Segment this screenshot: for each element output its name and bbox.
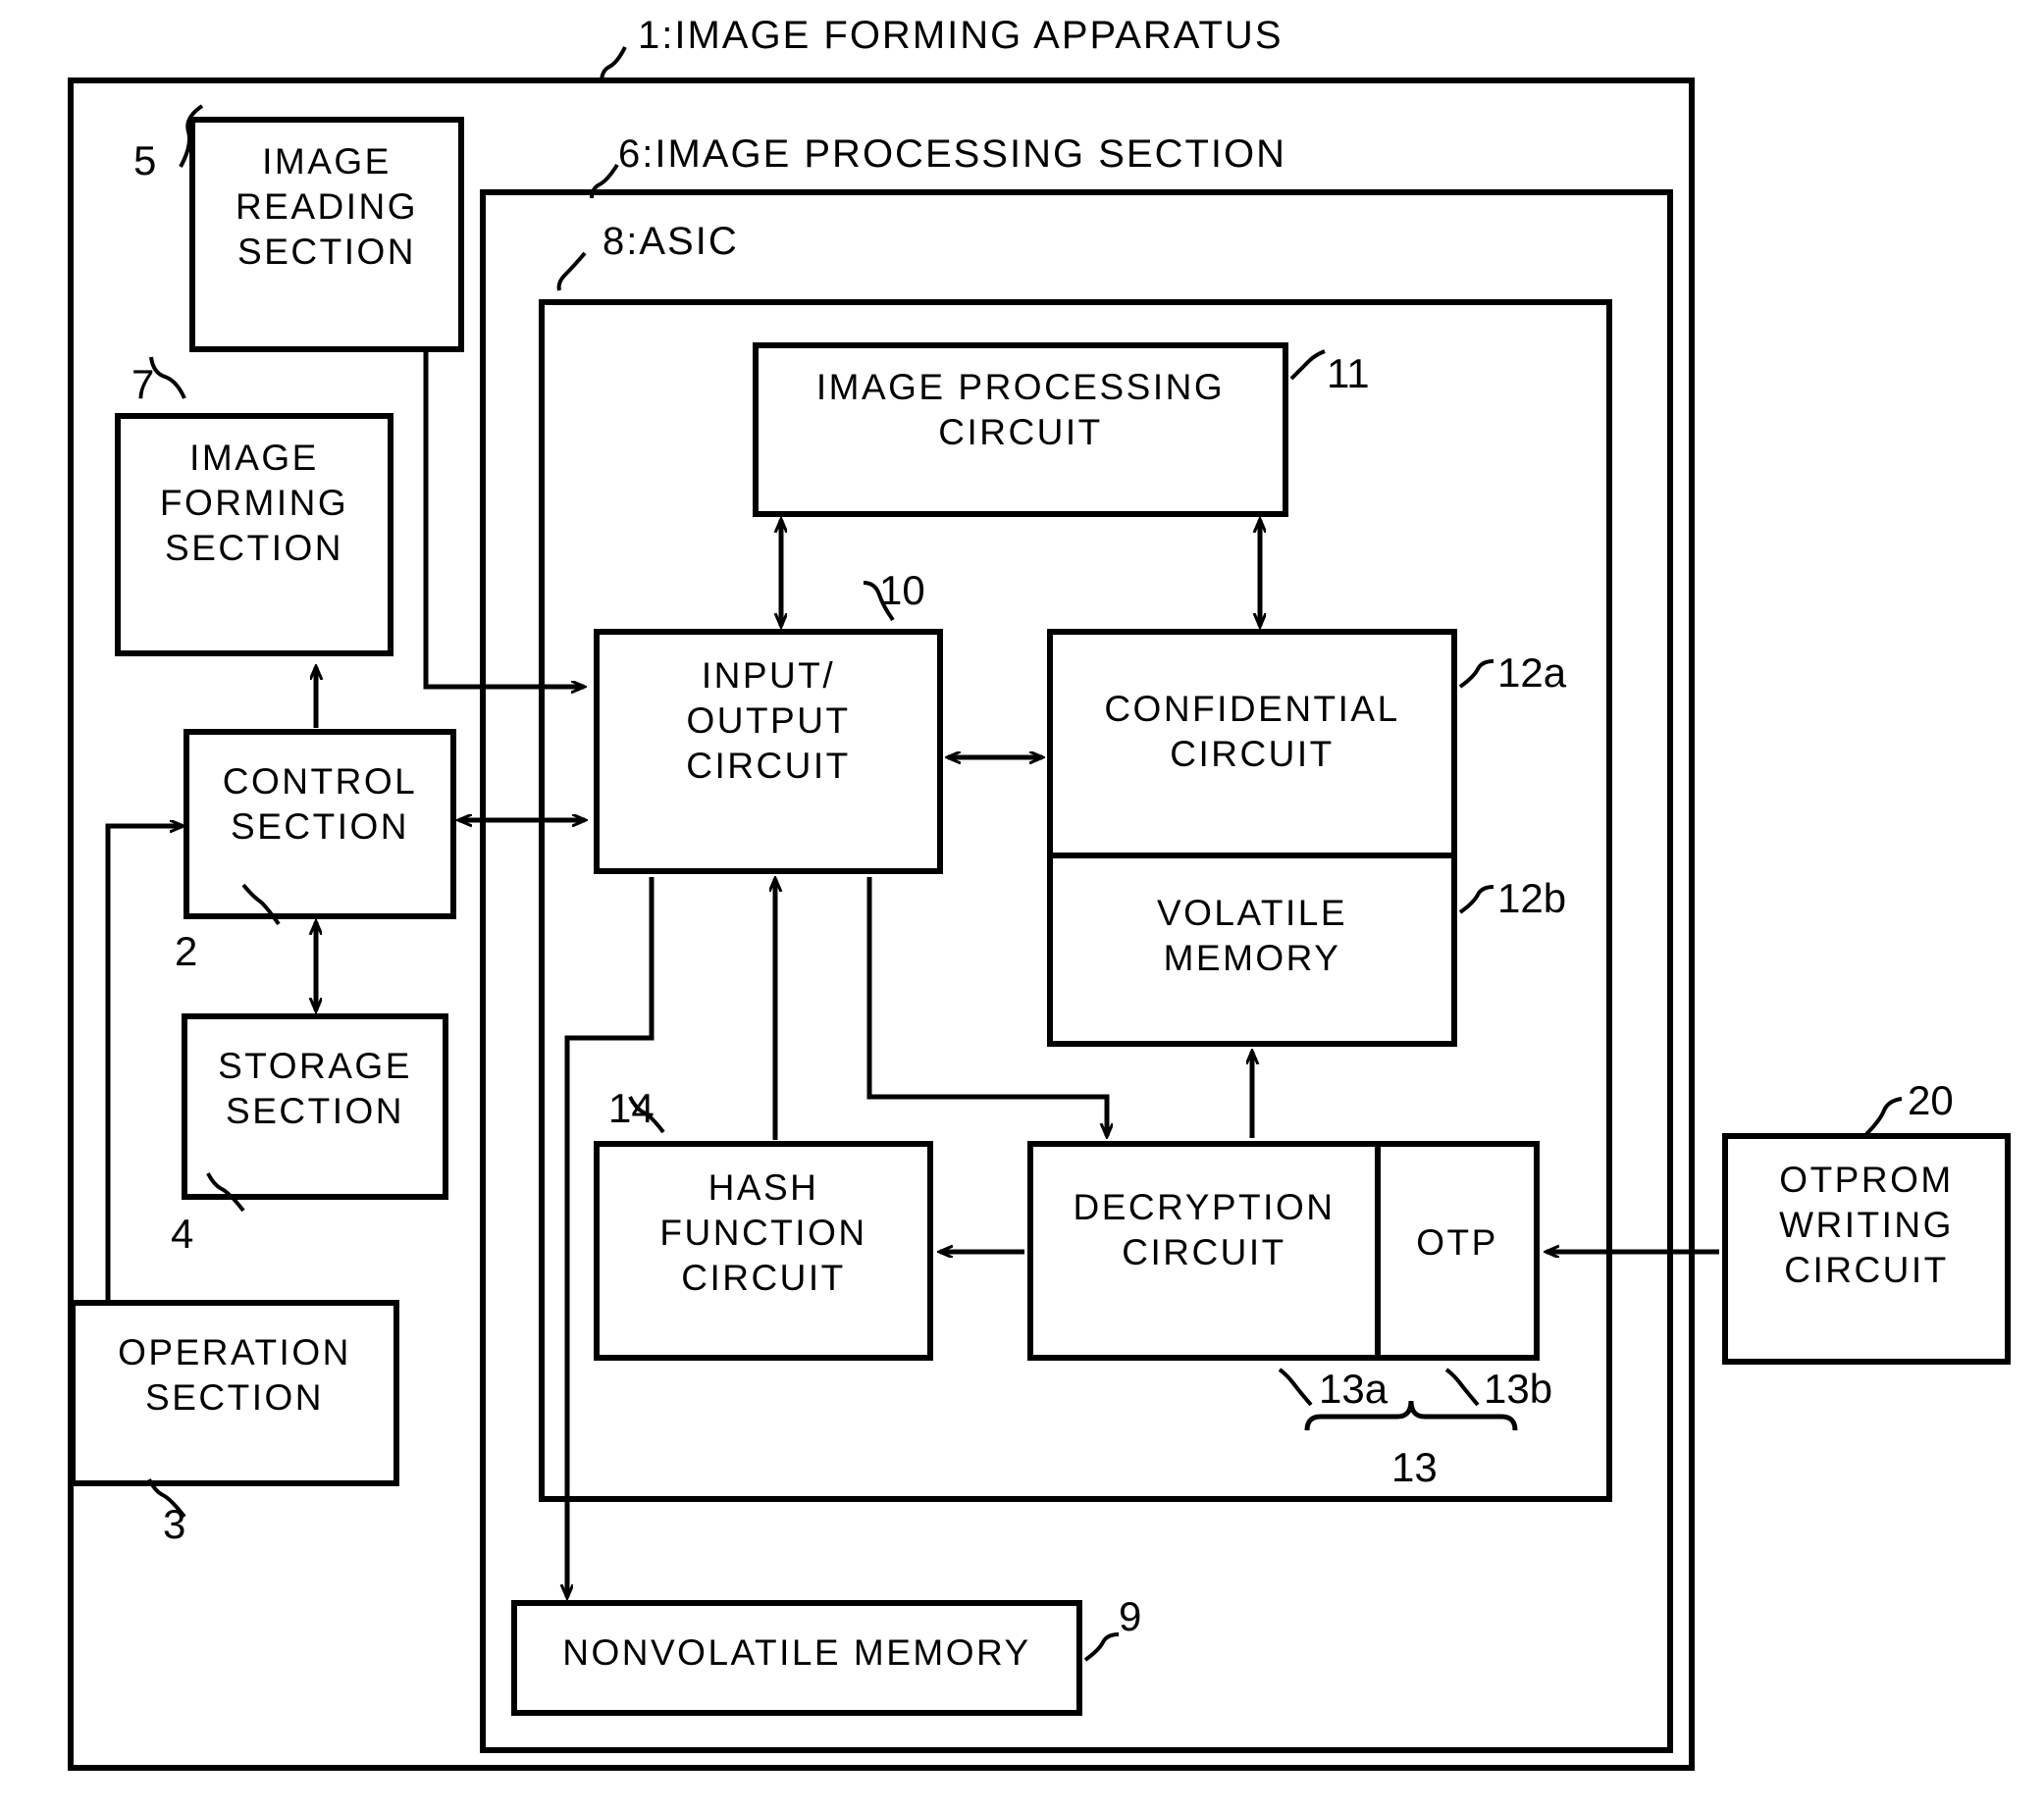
block-hash-function-circuit: HASH FUNCTION CIRCUIT [659,1167,867,1298]
ref-operation-section: 3 [163,1501,186,1547]
block-storage-section: STORAGE SECTION [218,1046,412,1131]
ref-nonvolatile-memory: 9 [1119,1593,1142,1639]
block-image-reading-section: IMAGE READING SECTION [235,141,419,272]
block-confidential-circuit: CONFIDENTIAL CIRCUIT [1104,689,1400,774]
block-operation-section: OPERATION SECTION [118,1332,351,1418]
block-input-output-circuit: INPUT/ OUTPUT CIRCUIT [686,655,851,786]
block-nonvolatile-memory: NONVOLATILE MEMORY [562,1632,1031,1673]
ref-otprom-writing-circuit: 20 [1908,1077,1954,1123]
ref-volatile-memory: 12b [1497,875,1567,921]
block-control-section: CONTROL SECTION [222,761,418,847]
ref-control-section: 2 [175,928,198,974]
block-otprom-writing-circuit: OTPROM WRITING CIRCUIT [1779,1160,1954,1290]
ref-image-reading-section: 5 [133,137,157,183]
ref-hash-function-circuit: 14 [608,1085,655,1131]
ref-decryption-circuit: 13a [1319,1366,1389,1412]
ref-confidential-circuit: 12a [1497,649,1567,696]
outer-frame-title: 1:IMAGE FORMING APPARATUS [638,14,1284,57]
block-image-processing-circuit: IMAGE PROCESSING CIRCUIT [815,367,1226,452]
image-processing-section-title: 6:IMAGE PROCESSING SECTION [618,132,1287,176]
ref-input-output-circuit: 10 [879,567,925,613]
block-decryption-circuit: DECRYPTION CIRCUIT [1073,1187,1336,1272]
ref-storage-section: 4 [171,1211,194,1257]
patent-figure-canvas: 1:IMAGE FORMING APPARATUS 6:IMAGE PROCES… [0,0,2044,1810]
ref-otp: 13b [1484,1366,1553,1412]
block-otp: OTP [1416,1222,1498,1263]
block-image-forming-section: IMAGE FORMING SECTION [159,438,349,568]
ref-image-processing-circuit: 11 [1327,350,1370,396]
ref-image-forming-section: 7 [131,361,155,407]
asic-title: 8:ASIC [603,220,739,263]
block-volatile-memory: VOLATILE MEMORY [1156,893,1348,978]
ref-decryption-group: 13 [1391,1444,1438,1490]
